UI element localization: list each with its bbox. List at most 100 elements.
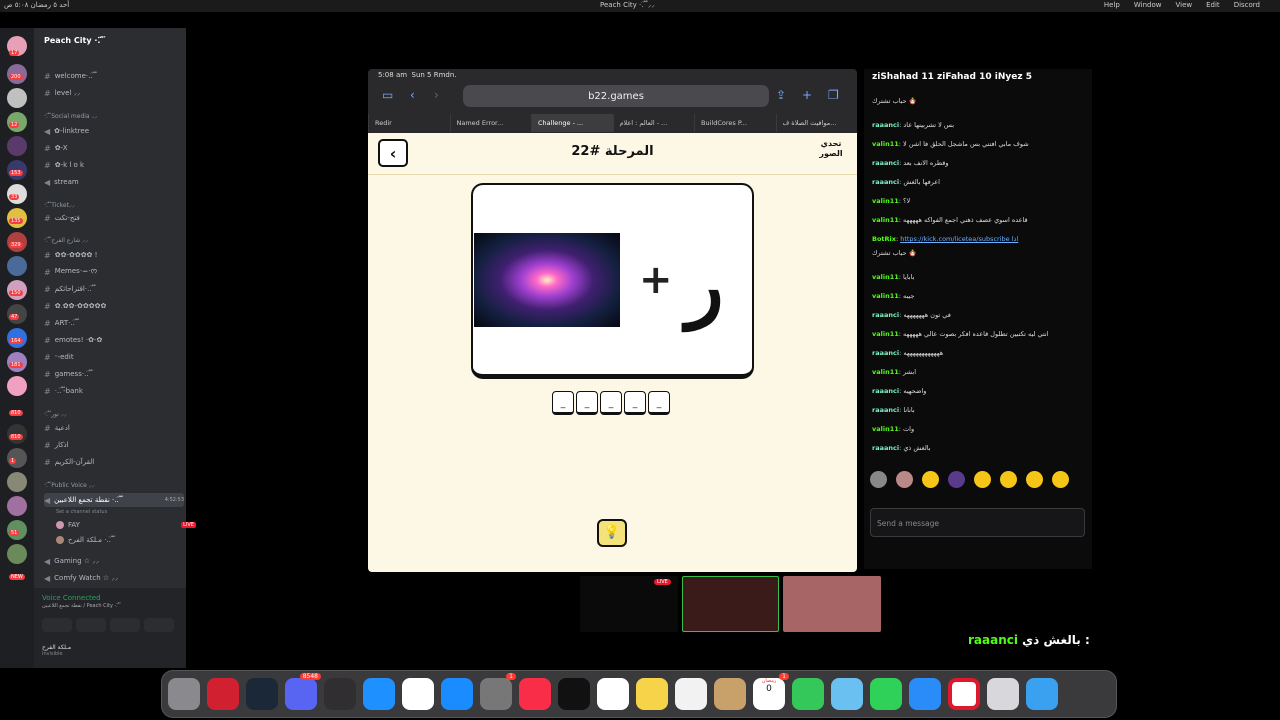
channel-item[interactable]: # فتح-تكت xyxy=(44,212,184,224)
category-header[interactable]: ·. ፝֟ Public Voice ⸝⸝ xyxy=(44,479,184,491)
menu-view[interactable]: View xyxy=(1176,1,1193,9)
facetime-icon[interactable] xyxy=(792,678,824,710)
soundboard-button[interactable] xyxy=(144,618,174,632)
user-panel[interactable]: مـلكة الفرح Invisible xyxy=(42,644,71,657)
category-header[interactable]: ·. ፝֟ Social media ⸝⸝ xyxy=(44,110,184,122)
emote[interactable] xyxy=(948,471,965,488)
camera-button[interactable] xyxy=(42,618,72,632)
channel-item[interactable]: # ادعية xyxy=(44,422,184,434)
server-icon[interactable] xyxy=(7,136,27,156)
channel-item[interactable]: # level ⸝⸝ xyxy=(44,87,184,99)
channel-item[interactable]: # Memes·ꕀ·ᰔ xyxy=(44,266,184,278)
safari-icon[interactable] xyxy=(363,678,395,710)
channel-item[interactable]: # gamess·.. ፝֟ xyxy=(44,368,184,380)
menu-window[interactable]: Window xyxy=(1134,1,1162,9)
channel-item[interactable]: # ✿-k l o k xyxy=(44,159,184,171)
freeform-icon[interactable] xyxy=(597,678,629,710)
emote[interactable] xyxy=(1000,471,1017,488)
answer-slot[interactable]: _ xyxy=(552,391,574,415)
contacts-icon[interactable] xyxy=(714,678,746,710)
calendar-icon[interactable]: رمضان 0 1 xyxy=(753,673,789,710)
voice-channel[interactable]: ◀ Gaming ☆ ⸝⸝ xyxy=(44,555,184,567)
hint-button[interactable]: 💡 xyxy=(597,519,627,547)
tab[interactable]: مواقيت الصلاة ف... xyxy=(775,114,858,132)
channel-item[interactable]: # القرآن-الكريم xyxy=(44,456,184,468)
emote[interactable] xyxy=(1052,471,1069,488)
opera-icon[interactable] xyxy=(948,678,980,710)
system-settings-icon[interactable]: 1 xyxy=(480,673,516,710)
server-icon[interactable] xyxy=(7,496,27,516)
discord-icon[interactable]: 8548 xyxy=(285,673,321,710)
channel-item[interactable]: # ✿.✿✿-✿✿✿✿✿ xyxy=(44,300,184,312)
activities-button[interactable] xyxy=(110,618,140,632)
notes-icon[interactable] xyxy=(636,678,668,710)
emote[interactable] xyxy=(896,471,913,488)
back-arrow-icon[interactable]: ‹ xyxy=(410,88,415,102)
channel-item[interactable]: # ✿✿-✿✿✿✿ ! xyxy=(44,249,184,261)
answer-slot[interactable]: _ xyxy=(600,391,622,415)
channel-item[interactable]: # اذكار xyxy=(44,439,184,451)
emote[interactable] xyxy=(1026,471,1043,488)
sidebar-icon[interactable]: ▭ xyxy=(382,88,393,102)
photos-icon[interactable] xyxy=(402,678,434,710)
game-logo[interactable]: تحدي الصور xyxy=(813,139,849,167)
trash-icon[interactable] xyxy=(168,678,200,710)
category-header[interactable]: ·. ፝֟ نور ⸝⸝ xyxy=(44,408,184,420)
subscribe-link[interactable]: https://kick.com/licetea/subscribe اذا xyxy=(900,235,1018,243)
server-icon[interactable] xyxy=(7,472,27,492)
channel-item[interactable]: # ✿-X xyxy=(44,142,184,154)
emote[interactable] xyxy=(870,471,887,488)
maps-icon[interactable] xyxy=(831,678,863,710)
tab-overview-icon[interactable]: ❐ xyxy=(828,88,839,102)
channel-item[interactable]: # ·.. ፝֟-bank xyxy=(44,385,184,397)
category-header[interactable]: ·. ፝֟ Ticket⸝⸝ xyxy=(44,199,184,211)
channel-item[interactable]: # ART·.. ፝֟ xyxy=(44,317,184,329)
forward-arrow-icon[interactable]: › xyxy=(434,88,439,102)
address-bar[interactable]: b22.games xyxy=(463,85,769,107)
reminders-icon[interactable] xyxy=(675,678,707,710)
tab-active[interactable]: Challenge - ... xyxy=(531,114,613,132)
tab[interactable]: Redir xyxy=(368,114,450,132)
answer-slot[interactable]: _ xyxy=(648,391,670,415)
channel-item[interactable]: ◀ ✿-linktree xyxy=(44,125,184,137)
emote[interactable] xyxy=(922,471,939,488)
app-store-icon[interactable] xyxy=(441,678,473,710)
participant-tile[interactable] xyxy=(783,576,881,632)
tab[interactable]: Named Error... xyxy=(449,114,532,132)
category-header[interactable]: ·. ፝֟ شارع الفرح ⸝⸝ xyxy=(44,234,184,246)
chat-input[interactable]: Send a message xyxy=(870,508,1085,537)
launchpad-icon[interactable] xyxy=(987,678,1019,710)
messages-icon[interactable] xyxy=(870,678,902,710)
menu-edit[interactable]: Edit xyxy=(1206,1,1220,9)
server-icon[interactable] xyxy=(7,376,27,396)
server-icon[interactable] xyxy=(7,256,27,276)
new-tab-icon[interactable]: + xyxy=(802,88,812,102)
tv-icon[interactable] xyxy=(558,678,590,710)
channel-item[interactable]: # ᵕ-edit xyxy=(44,351,184,363)
obs-icon[interactable] xyxy=(324,678,356,710)
tab[interactable]: العالم : اعلام - ... xyxy=(612,114,695,132)
opera-gx-icon[interactable] xyxy=(207,678,239,710)
server-icon[interactable] xyxy=(7,88,27,108)
answer-slot[interactable]: _ xyxy=(624,391,646,415)
channel-item[interactable]: ◀ stream xyxy=(44,176,184,188)
channel-status[interactable]: Set a channel status xyxy=(56,506,196,518)
voice-connected-label[interactable]: Voice Connected xyxy=(42,594,101,602)
finder-icon[interactable] xyxy=(1026,678,1058,710)
menu-help[interactable]: Help xyxy=(1104,1,1120,9)
emote[interactable] xyxy=(974,471,991,488)
steam-icon[interactable] xyxy=(246,678,278,710)
server-name[interactable]: Peach City ·. ፝֟ xyxy=(44,36,103,46)
mail-icon[interactable] xyxy=(909,678,941,710)
voice-channel[interactable]: ◀ Comfy Watch ☆ ⸝⸝ xyxy=(44,572,184,584)
channel-item[interactable]: # emotes! ·✿-✿ xyxy=(44,334,184,346)
answer-slot[interactable]: _ xyxy=(576,391,598,415)
participant-tile[interactable] xyxy=(682,576,779,632)
screen-share-button[interactable] xyxy=(76,618,106,632)
music-icon[interactable] xyxy=(519,678,551,710)
voice-member[interactable]: مـلكة الفرح ·.. ፝֟ xyxy=(56,534,196,546)
server-icon[interactable] xyxy=(7,544,27,564)
channel-item[interactable]: # welcome·.. ፝֟ xyxy=(44,70,184,82)
tab[interactable]: BuildCores P... xyxy=(694,114,776,132)
channel-item[interactable]: # اقتراحاتكم·.. ፝֟ xyxy=(44,283,184,295)
